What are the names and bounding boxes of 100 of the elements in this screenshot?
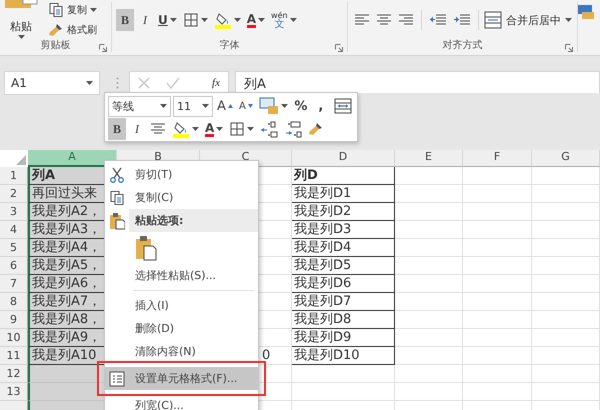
brush-icon[interactable] xyxy=(48,22,64,38)
table-cell[interactable] xyxy=(463,311,532,329)
row-header[interactable]: 4 xyxy=(0,221,28,239)
table-cell[interactable] xyxy=(395,221,463,239)
merge-center-button[interactable]: 合并后居中 xyxy=(484,11,572,29)
table-cell[interactable] xyxy=(532,329,600,347)
list-icon[interactable] xyxy=(109,370,125,386)
decrease-indent-icon[interactable] xyxy=(429,13,447,27)
cell-styles-button[interactable] xyxy=(256,95,290,117)
table-cell[interactable] xyxy=(463,365,532,383)
shrink-font-toggle[interactable]: A xyxy=(236,95,255,117)
format-painter-button[interactable]: 格式刷 xyxy=(48,22,97,38)
row-header[interactable]: 5 xyxy=(0,239,28,257)
formula-input[interactable]: 列A xyxy=(235,71,600,93)
table-cell[interactable] xyxy=(532,365,600,383)
align-center-icon[interactable] xyxy=(150,122,166,136)
copy-icon[interactable] xyxy=(109,190,125,206)
table-cell[interactable] xyxy=(395,329,463,347)
table-cell[interactable] xyxy=(463,257,532,275)
dropdown-caret-icon[interactable] xyxy=(234,18,241,22)
dropdown-caret-icon[interactable] xyxy=(290,18,297,22)
copy-icon[interactable] xyxy=(48,2,64,18)
table-cell[interactable]: 我是列D1 xyxy=(292,185,395,203)
menu-item[interactable]: 设置单元格格式(F)... xyxy=(105,367,258,390)
table-cell[interactable] xyxy=(463,275,532,293)
table-cell[interactable] xyxy=(395,275,463,293)
font-name-field[interactable]: 等线 xyxy=(108,96,171,116)
borders-icon[interactable] xyxy=(182,12,199,28)
table-cell[interactable] xyxy=(395,311,463,329)
table-cell[interactable] xyxy=(463,203,532,221)
percent-toggle[interactable]: % xyxy=(292,95,310,117)
table-cell[interactable] xyxy=(532,347,600,365)
row-header[interactable]: 7 xyxy=(0,275,28,293)
clipboard-icon[interactable] xyxy=(109,212,125,230)
table-cell[interactable]: 我是列D7 xyxy=(292,293,395,311)
table-cell[interactable] xyxy=(532,293,600,311)
increase-indent-icon[interactable] xyxy=(453,13,471,27)
table-cell[interactable] xyxy=(463,329,532,347)
clipboard-icon[interactable] xyxy=(135,235,157,261)
column-header[interactable]: A xyxy=(28,150,117,167)
table-cell[interactable] xyxy=(532,185,600,203)
table-cell[interactable] xyxy=(395,383,463,401)
table-cell[interactable] xyxy=(463,221,532,239)
paste-button[interactable]: 粘贴 xyxy=(4,0,38,38)
column-header[interactable]: G xyxy=(532,150,600,167)
align-center-icon[interactable] xyxy=(376,13,392,27)
table-cell[interactable] xyxy=(532,221,600,239)
table-cell[interactable] xyxy=(395,239,463,257)
dropdown-caret-icon[interactable] xyxy=(170,18,177,22)
table-cell[interactable]: 我是列D5 xyxy=(292,257,395,275)
font-color-toggle[interactable]: A xyxy=(203,118,226,140)
align-left-icon[interactable] xyxy=(354,13,370,27)
merge-cells-icon[interactable] xyxy=(484,11,502,29)
table-style-icon[interactable] xyxy=(258,97,279,115)
table-cell[interactable] xyxy=(292,365,395,383)
drag-handle-icon[interactable] xyxy=(116,77,119,89)
dropdown-caret-icon[interactable] xyxy=(565,18,572,22)
table-cell[interactable] xyxy=(395,293,463,311)
table-cell[interactable] xyxy=(395,257,463,275)
table-cell[interactable] xyxy=(463,347,532,365)
dropdown-caret-icon[interactable] xyxy=(200,18,208,22)
dropdown-caret-icon[interactable] xyxy=(90,8,97,12)
table-cell[interactable] xyxy=(463,383,532,401)
table-cell[interactable] xyxy=(532,203,600,221)
align-right-icon[interactable] xyxy=(398,13,414,27)
dropdown-caret-icon[interactable] xyxy=(258,18,266,22)
font-size-field[interactable]: 11 xyxy=(173,96,213,116)
table-cell[interactable] xyxy=(463,239,532,257)
insert-function-label[interactable]: fx xyxy=(212,77,220,89)
dialog-launcher-icon[interactable] xyxy=(335,44,343,52)
fill-color-icon[interactable] xyxy=(214,11,232,29)
name-box[interactable]: A1 xyxy=(4,71,100,95)
row-header[interactable]: 3 xyxy=(0,203,28,221)
table-cell[interactable] xyxy=(463,167,532,185)
dropdown-caret-icon[interactable] xyxy=(280,104,288,108)
table-cell[interactable] xyxy=(395,167,463,185)
dropdown-caret-icon[interactable] xyxy=(86,81,93,85)
table-cell[interactable] xyxy=(395,347,463,365)
dropdown-caret-icon[interactable] xyxy=(18,34,24,38)
row-header[interactable]: 6 xyxy=(0,257,28,275)
dropdown-caret-icon[interactable] xyxy=(216,127,224,131)
table-cell[interactable]: 列D xyxy=(292,167,395,185)
table-cell[interactable] xyxy=(395,203,463,221)
dialog-launcher-icon[interactable] xyxy=(565,44,573,52)
table-cell[interactable]: 我是列D2 xyxy=(292,203,395,221)
row-header[interactable]: 12 xyxy=(0,365,28,383)
italic-toggle[interactable]: I xyxy=(136,9,154,31)
fill-color-icon[interactable] xyxy=(172,120,190,138)
column-header[interactable]: F xyxy=(463,150,532,167)
borders-icon[interactable] xyxy=(229,121,246,137)
row-header[interactable]: 2 xyxy=(0,185,28,203)
table-cell[interactable] xyxy=(532,275,600,293)
table-cell[interactable] xyxy=(532,383,600,401)
scissors-icon[interactable] xyxy=(109,166,125,182)
phonetic-toggle[interactable]: wén 文 xyxy=(269,9,299,31)
table-cell[interactable]: 我是列D6 xyxy=(292,275,395,293)
table-cell[interactable]: 我是列D4 xyxy=(292,239,395,257)
column-header[interactable]: D xyxy=(292,150,395,167)
table-cell[interactable] xyxy=(532,311,600,329)
table-cell[interactable] xyxy=(532,257,600,275)
